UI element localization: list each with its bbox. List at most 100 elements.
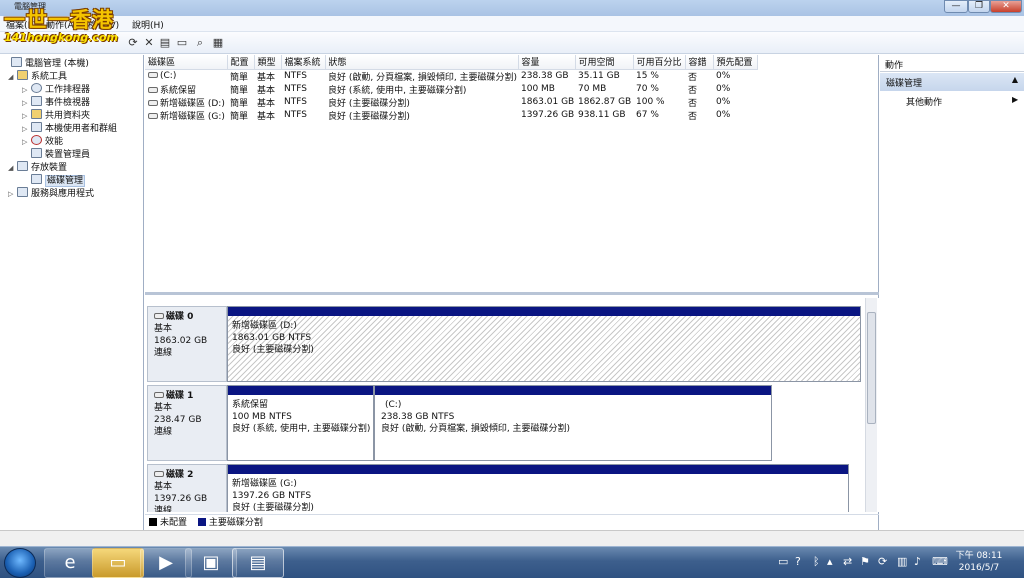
collapse-icon[interactable]: ▲ [1012,75,1018,84]
partition-block[interactable]: 新增磁碟區 (G:) 1397.26 GB NTFS 良好 (主要磁碟分割) [227,464,849,512]
disk-label[interactable]: 磁碟 2 基本 1397.26 GB 連線 [147,464,227,512]
watermark-line1: 一世一香港 [4,8,114,32]
partition-status: 良好 (主要磁碟分割) [232,345,314,355]
disk-label[interactable]: 磁碟 0 基本 1863.02 GB 連線 [147,306,227,382]
table-cell: 新增磁碟區 (D:) [145,96,227,109]
table-row[interactable]: 新增磁碟區 (G:) 簡單 基本 NTFS 良好 (主要磁碟分割) 1397.2… [145,109,757,122]
computer-management-icon[interactable]: ▤ [232,548,284,578]
network-tray-icon[interactable]: ▭ [778,555,788,568]
update-tray-icon[interactable]: ⟳ [878,555,887,568]
col-header[interactable]: 預先配置 [713,55,758,70]
volume-icon[interactable]: ♪ [914,555,921,568]
tree-storage[interactable]: ◢ 存放裝置 [2,161,141,174]
users-icon [31,122,42,132]
navigation-tree: 電腦管理 (本機) ◢ 系統工具 ▷ 工作排程器 ▷ 事件檢視器 ▷ 共用資料夾 ▷ 本機… [0,55,144,530]
tree-item-users-groups[interactable]: ▷ 本機使用者和群組 [2,122,141,135]
close-button[interactable]: ✕ [990,0,1022,13]
tree-system-tools[interactable]: ◢ 系統工具 [2,70,141,83]
disk-icon [154,471,164,477]
more-actions-link[interactable]: 其他動作 [906,95,942,108]
title-bar: 電腦管理 — ❐ ✕ [0,0,1024,16]
partition-name: (C:) [385,400,402,410]
network-status-icon[interactable]: ▥ [897,555,907,568]
taskbar: e ▭ ▶ ▣ ▤ ▭ ? ᛒ ▴ ⇄ ⚑ ⟳ ▥ ♪ ⌨ 下午 08:11 2… [0,546,1024,578]
col-header[interactable]: 可用百分比 [633,55,686,70]
table-cell: 系統保留 [145,83,227,96]
export-icon[interactable]: ▦ [211,36,225,49]
table-row[interactable]: (C:) 簡單 基本 NTFS 良好 (啟動, 分頁檔案, 損毀傾印, 主要磁碟… [145,69,757,83]
col-header[interactable]: 容量 [518,55,576,70]
tree-item-event-viewer[interactable]: ▷ 事件檢視器 [2,96,141,109]
partition-size: 238.38 GB NTFS [381,412,455,422]
tree-services[interactable]: ▷ 服務與應用程式 [2,187,141,200]
ie-icon[interactable]: e [44,548,96,578]
clock-time: 下午 08:11 [955,551,1003,561]
tree-item-performance[interactable]: ▷ 效能 [2,135,141,148]
table-cell: 新增磁碟區 (G:) [145,109,227,122]
refresh-icon[interactable]: ⟳ [126,36,140,49]
volume-table-header: 磁碟區 配置 類型 檔案系統 狀態 容量 可用空間 可用百分比 容錯 預先配置 [145,55,758,70]
col-header[interactable]: 配置 [227,55,255,70]
partition-size: 100 MB NTFS [232,412,292,422]
drive-icon [148,86,158,93]
clock[interactable]: 下午 08:11 2016/5/7 [950,550,1008,574]
table-row[interactable]: 系統保留 簡單 基本 NTFS 良好 (系統, 使用中, 主要磁碟分割) 100… [145,83,757,96]
partition-bar [228,465,848,474]
table-cell: 0% [716,110,731,120]
tree-item-disk-management[interactable]: 磁碟管理 [2,174,141,187]
partition-block[interactable]: (C:) 238.38 GB NTFS 良好 (啟動, 分頁檔案, 損毀傾印, … [374,385,772,461]
actions-title: 動作 [880,55,1024,72]
disk-row: 磁碟 2 基本 1397.26 GB 連線 新增磁碟區 (G:) 1397.26… [145,464,865,512]
partition-size: 1863.01 GB NTFS [232,333,312,343]
table-cell: 簡單 [230,72,249,83]
graph-scrollbar[interactable] [865,298,877,512]
explorer-icon[interactable]: ▭ [92,548,144,578]
scrollbar-thumb[interactable] [867,312,876,424]
flag-tray-icon[interactable]: ⚑ [860,555,870,568]
table-cell: 基本 [257,111,276,122]
partition-block[interactable]: 系統保留 100 MB NTFS 良好 (系統, 使用中, 主要磁碟分割) [227,385,374,461]
tree-root[interactable]: 電腦管理 (本機) [2,57,141,70]
disk-management-icon [31,174,42,184]
col-header[interactable]: 磁碟區 [145,55,228,70]
col-header[interactable]: 容錯 [685,55,714,70]
search-icon[interactable]: ⌕ [193,36,207,49]
table-cell: 1862.87 GB [578,97,632,107]
table-cell: (C:) [145,69,227,83]
col-header[interactable]: 類型 [254,55,282,70]
properties-icon[interactable]: ▤ [158,36,172,49]
table-row[interactable]: 新增磁碟區 (D:) 簡單 基本 NTFS 良好 (主要磁碟分割) 1863.0… [145,96,757,109]
open-icon[interactable]: ▭ [175,36,189,49]
disk-graph-view: 磁碟 0 基本 1863.02 GB 連線 新增磁碟區 (D:) 1863.01… [145,298,879,512]
help-tray-icon[interactable]: ? [795,555,801,568]
show-hidden-icons[interactable]: ▴ [827,555,833,568]
start-button[interactable] [4,548,36,578]
tree-item-shared-folders[interactable]: ▷ 共用資料夾 [2,109,141,122]
center-pane: 磁碟區 配置 類型 檔案系統 狀態 容量 可用空間 可用百分比 容錯 預先配置 … [145,55,879,530]
bluetooth-tray-icon[interactable]: ᛒ [813,555,820,568]
volume-table: 磁碟區 配置 類型 檔案系統 狀態 容量 可用空間 可用百分比 容錯 預先配置 … [145,55,758,122]
delete-icon[interactable]: ✕ [142,36,156,49]
table-cell: 0% [716,84,731,94]
tree-item-task-scheduler[interactable]: ▷ 工作排程器 [2,83,141,96]
control-panel-icon[interactable]: ▣ [185,548,237,578]
volume-list: 磁碟區 配置 類型 檔案系統 狀態 容量 可用空間 可用百分比 容錯 預先配置 … [145,55,879,295]
table-cell: 良好 (系統, 使用中, 主要磁碟分割) [328,85,467,96]
table-cell: 否 [688,72,698,83]
event-viewer-icon [31,96,42,106]
table-cell: 簡單 [230,111,249,122]
col-header[interactable]: 狀態 [325,55,519,70]
menu-help[interactable]: 說明(H) [132,18,164,31]
actions-pane: 動作 磁碟管理 ▲ 其他動作 ▶ [880,55,1024,530]
connection-tray-icon[interactable]: ⇄ [843,555,852,568]
partition-block[interactable]: 新增磁碟區 (D:) 1863.01 GB NTFS 良好 (主要磁碟分割) [227,306,861,382]
table-cell: 基本 [257,72,276,83]
minimize-button[interactable]: — [944,0,968,13]
tree-item-device-manager[interactable]: 裝置管理員 [2,148,141,161]
actions-section-disk-management[interactable]: 磁碟管理 ▲ [880,73,1024,91]
maximize-button[interactable]: ❐ [968,0,990,13]
col-header[interactable]: 可用空間 [575,55,634,70]
keyboard-icon[interactable]: ⌨ [932,555,948,568]
col-header[interactable]: 檔案系統 [281,55,326,70]
disk-label[interactable]: 磁碟 1 基本 238.47 GB 連線 [147,385,227,461]
